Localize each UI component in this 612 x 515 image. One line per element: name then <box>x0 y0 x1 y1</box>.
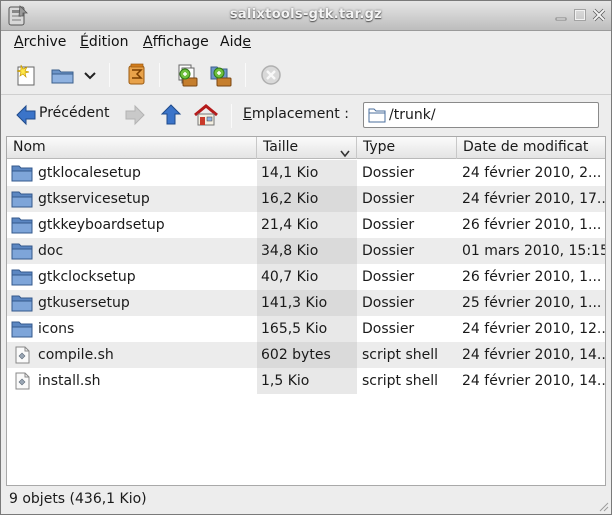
file-size: 141,3 Kio <box>261 295 328 311</box>
file-row[interactable]: icons 165,5 Kio Dossier 24 février 2010, 12… <box>7 316 606 342</box>
file-name: doc <box>38 243 64 259</box>
file-size: 602 bytes <box>261 347 331 363</box>
status-text: 9 objets (436,1 Kio) <box>9 491 147 507</box>
file-size: 1,5 Kio <box>261 373 310 389</box>
minimize-icon[interactable] <box>553 7 569 23</box>
folder-icon <box>11 216 33 234</box>
title-bar[interactable]: salixtools-gtk.tar.gz <box>1 1 611 31</box>
forward-arrow-icon[interactable] <box>124 103 146 127</box>
menu-edition[interactable]: Édition <box>80 34 128 50</box>
folder-icon <box>11 164 33 182</box>
file-name: gtklocalesetup <box>38 165 141 181</box>
file-name: gtkkeyboardsetup <box>38 217 165 233</box>
open-dropdown-icon[interactable] <box>81 61 99 89</box>
folder-icon <box>11 242 33 260</box>
file-name: gtkusersetup <box>38 295 130 311</box>
file-name: gtkservicesetup <box>38 191 150 207</box>
file-date: 24 février 2010, 17... <box>462 191 606 207</box>
file-size: 34,8 Kio <box>261 243 319 259</box>
folder-icon <box>11 268 33 286</box>
back-label: Précédent <box>39 105 110 121</box>
window-title: salixtools-gtk.tar.gz <box>229 7 383 22</box>
file-date: 26 février 2010, 1... <box>462 217 602 233</box>
file-row[interactable]: gtkservicesetup 16,2 Kio Dossier 24 février… <box>7 186 606 212</box>
toolbar-separator <box>159 63 160 87</box>
status-bar: 9 objets (436,1 Kio) <box>1 488 611 514</box>
file-type: script shell <box>362 347 439 363</box>
menu-aide[interactable]: Aide <box>220 34 251 50</box>
menu-affichage[interactable]: Affichage <box>143 34 209 50</box>
file-type: Dossier <box>362 191 415 207</box>
archive-manager-window: salixtools-gtk.tar.gz Archive Édition Af… <box>0 0 612 515</box>
file-size: 40,7 Kio <box>261 269 319 285</box>
file-date: 01 mars 2010, 15:15 <box>462 243 606 259</box>
file-date: 24 février 2010, 12... <box>462 321 606 337</box>
file-date: 24 février 2010, 14... <box>462 347 606 363</box>
file-date: 24 février 2010, 14... <box>462 373 606 389</box>
menu-bar: Archive Édition Affichage Aide <box>1 31 611 55</box>
column-type[interactable]: Type <box>357 137 457 159</box>
file-row[interactable]: doc 34,8 Kio Dossier 01 mars 2010, 15:15 <box>7 238 606 264</box>
file-size: 21,4 Kio <box>261 217 319 233</box>
location-bar: Précédent Emplacement : /trunk/ <box>1 96 611 134</box>
location-path: /trunk/ <box>389 107 436 123</box>
add-folder-icon[interactable] <box>207 61 235 89</box>
folder-icon <box>11 190 33 208</box>
location-input[interactable]: /trunk/ <box>363 102 599 128</box>
open-archive-icon[interactable] <box>49 61 77 89</box>
file-row[interactable]: compile.sh 602 bytes script shell 24 févrie… <box>7 342 606 368</box>
file-name: install.sh <box>38 373 101 389</box>
file-row[interactable]: gtkkeyboardsetup 21,4 Kio Dossier 26 févrie… <box>7 212 605 238</box>
file-name: gtkclocksetup <box>38 269 136 285</box>
file-list[interactable]: Nom Taille Type Date de modificat gtkloc… <box>6 136 606 486</box>
file-type: Dossier <box>362 295 415 311</box>
toolbar <box>1 55 611 95</box>
column-size-label: Taille <box>263 139 299 155</box>
location-separator <box>231 104 232 128</box>
sort-descending-icon <box>340 144 350 158</box>
add-files-icon[interactable] <box>173 61 201 89</box>
file-type: Dossier <box>362 243 415 259</box>
file-size: 14,1 Kio <box>261 165 319 181</box>
column-header: Nom Taille Type Date de modificat <box>7 137 605 159</box>
menu-archive[interactable]: Archive <box>14 34 66 50</box>
folder-icon <box>11 294 33 312</box>
maximize-icon[interactable] <box>572 7 588 23</box>
file-row[interactable]: install.sh 1,5 Kio script shell 24 février … <box>7 368 606 394</box>
toolbar-separator <box>245 63 246 87</box>
file-type: Dossier <box>362 217 415 233</box>
resize-grip-icon[interactable] <box>597 500 609 512</box>
script-file-icon <box>11 372 33 390</box>
back-button[interactable]: Précédent <box>15 103 115 127</box>
file-type: Dossier <box>362 165 415 181</box>
file-date: 25 février 2010, 1... <box>462 295 602 311</box>
file-date: 24 février 2010, 2... <box>462 165 602 181</box>
home-icon[interactable] <box>193 103 219 127</box>
column-name[interactable]: Nom <box>7 137 257 159</box>
folder-icon <box>368 107 386 123</box>
close-icon[interactable] <box>591 7 607 23</box>
file-size: 165,5 Kio <box>261 321 328 337</box>
column-date[interactable]: Date de modificat <box>457 137 605 159</box>
file-name: compile.sh <box>38 347 114 363</box>
file-size: 16,2 Kio <box>261 191 319 207</box>
folder-icon <box>11 320 33 338</box>
script-file-icon <box>11 346 33 364</box>
file-row[interactable]: gtkclocksetup 40,7 Kio Dossier 26 février 2… <box>7 264 605 290</box>
file-type: Dossier <box>362 321 415 337</box>
location-label: Emplacement : <box>243 106 349 122</box>
toolbar-separator <box>109 63 110 87</box>
file-type: script shell <box>362 373 439 389</box>
file-date: 26 février 2010, 1... <box>462 269 602 285</box>
up-arrow-icon[interactable] <box>160 103 182 127</box>
file-name: icons <box>38 321 75 337</box>
new-archive-icon[interactable] <box>13 61 41 89</box>
extract-icon[interactable] <box>123 61 151 89</box>
column-size[interactable]: Taille <box>257 137 357 159</box>
file-row[interactable]: gtkusersetup 141,3 Kio Dossier 25 février 2… <box>7 290 605 316</box>
file-row[interactable]: gtklocalesetup 14,1 Kio Dossier 24 février … <box>7 160 605 186</box>
stop-icon[interactable] <box>257 61 285 89</box>
file-type: Dossier <box>362 269 415 285</box>
